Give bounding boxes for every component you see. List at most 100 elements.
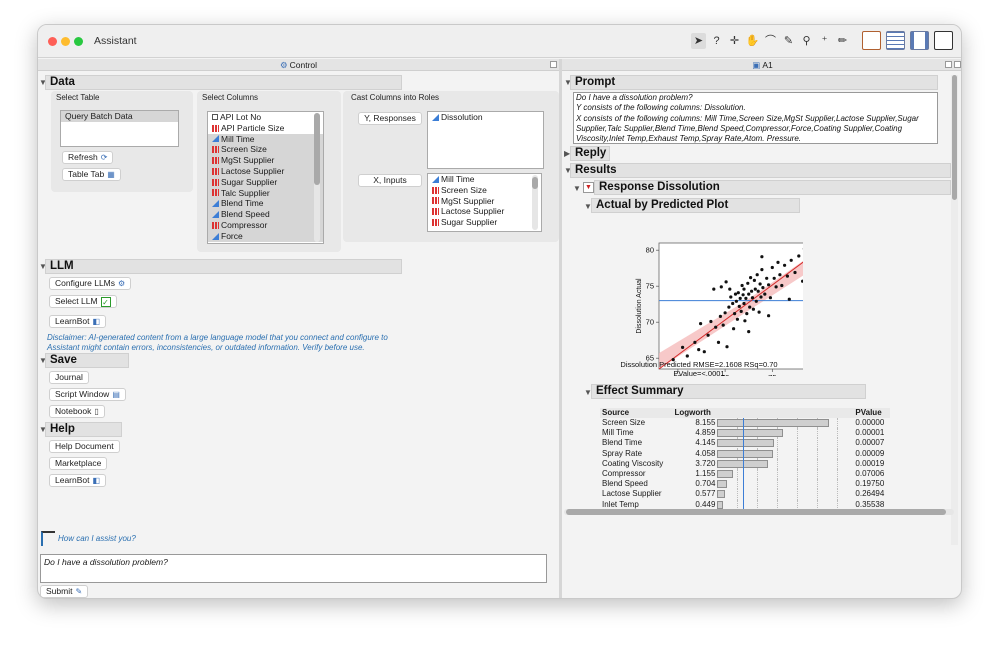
effect-pvalue: 0.00019 bbox=[855, 458, 885, 468]
column-list-item[interactable]: Compressor bbox=[208, 219, 323, 231]
data-point bbox=[752, 278, 756, 282]
y-responses-button[interactable]: Y, Responses bbox=[358, 112, 422, 125]
column-list-item[interactable]: Lactose Supplier bbox=[208, 165, 323, 177]
marketplace-button[interactable]: Marketplace bbox=[49, 457, 108, 470]
plot-heading[interactable]: Actual by Predicted Plot bbox=[591, 198, 800, 213]
save-section-heading[interactable]: Save bbox=[45, 353, 129, 368]
effect-row[interactable]: Spray Rate 4.058 0.00009 bbox=[600, 448, 890, 459]
select-llm-button[interactable]: Select LLM ✓ bbox=[49, 295, 117, 308]
reply-heading[interactable]: Reply bbox=[570, 146, 610, 161]
effect-row[interactable]: Compressor 1.155 0.07006 bbox=[600, 469, 890, 480]
column-list-item[interactable]: Talc Supplier bbox=[208, 187, 323, 199]
script-window-button[interactable]: Script Window ▤ bbox=[49, 388, 126, 401]
llm-section-heading[interactable]: LLM bbox=[45, 259, 402, 274]
arrow-cursor-icon[interactable]: ➤ bbox=[691, 33, 706, 49]
data-section-heading[interactable]: Data bbox=[45, 75, 402, 90]
grid-icon: ▦ bbox=[107, 170, 115, 179]
column-list-item[interactable]: Blend Speed bbox=[208, 209, 323, 220]
close-window-button[interactable] bbox=[48, 37, 57, 46]
chat-input-field[interactable]: Do I have a dissolution problem? bbox=[40, 554, 547, 583]
column-list-item[interactable]: Blend Time bbox=[208, 198, 323, 210]
x-role-scroll-thumb[interactable] bbox=[532, 177, 538, 189]
help-icon[interactable]: ? bbox=[709, 33, 724, 49]
column-list-item[interactable]: API Particle Size bbox=[208, 123, 323, 134]
configure-llms-button[interactable]: Configure LLMs ⚙ bbox=[49, 277, 132, 290]
column-list[interactable]: API Lot No API Particle Size Mill Time Scre… bbox=[207, 111, 324, 244]
effect-row[interactable]: Blend Time 4.145 0.00007 bbox=[600, 438, 890, 449]
col-pvalue[interactable]: PValue bbox=[853, 408, 890, 418]
effect-summary-heading[interactable]: Effect Summary bbox=[591, 384, 866, 399]
select-columns-label: Select Columns bbox=[202, 93, 259, 102]
window-title: Assistant bbox=[94, 35, 137, 47]
column-list-item[interactable]: Lactose Supplier bbox=[428, 206, 541, 217]
hand-icon[interactable]: ✋ bbox=[745, 33, 760, 49]
x-inputs-button[interactable]: X, Inputs bbox=[358, 174, 422, 187]
report-hscroll-thumb[interactable] bbox=[566, 509, 946, 515]
column-list-item[interactable]: Screen Size bbox=[208, 144, 323, 156]
brush-icon[interactable]: ✎ bbox=[781, 33, 796, 49]
column-list-scroll-thumb[interactable] bbox=[314, 113, 320, 185]
prompt-heading[interactable]: Prompt bbox=[570, 75, 938, 90]
lasso-icon[interactable]: ⌒ bbox=[763, 33, 778, 49]
significance-line bbox=[743, 428, 745, 439]
column-list-scrollbar[interactable] bbox=[314, 113, 320, 242]
effect-row[interactable]: Lactose Supplier 0.577 0.26494 bbox=[600, 489, 890, 500]
report-horizontal-scrollbar[interactable] bbox=[564, 509, 954, 515]
zoom-window-button[interactable] bbox=[74, 37, 83, 46]
table-view-icon[interactable] bbox=[886, 31, 905, 50]
table-list[interactable]: Query Batch Data bbox=[60, 110, 179, 147]
column-list-item[interactable]: Dissolution bbox=[428, 112, 543, 123]
notebook-button[interactable]: Notebook ▯ bbox=[49, 405, 105, 418]
report-vertical-scrollbar[interactable] bbox=[951, 75, 958, 545]
x-role-scrollbar[interactable] bbox=[532, 175, 538, 230]
journal-button[interactable]: Journal bbox=[49, 371, 89, 384]
col-source[interactable]: Source bbox=[600, 408, 673, 418]
column-list-item[interactable]: API Lot No bbox=[208, 112, 323, 123]
report-vscroll-thumb[interactable] bbox=[952, 75, 957, 200]
pencil-icon[interactable]: ✏ bbox=[835, 33, 850, 49]
control-pane-maximize-icon[interactable] bbox=[550, 61, 557, 68]
red-triangle-menu-icon[interactable]: ▼ bbox=[583, 182, 594, 193]
submit-button[interactable]: Submit ✎ bbox=[40, 585, 89, 598]
column-list-item[interactable]: Force bbox=[208, 230, 323, 242]
learnbot-button-llm[interactable]: LearnBot ◧ bbox=[49, 315, 107, 328]
table-list-item[interactable]: Query Batch Data bbox=[61, 111, 178, 122]
report-pane-restore-icon[interactable] bbox=[945, 61, 952, 68]
column-list-item[interactable]: Sugar Supplier bbox=[428, 217, 541, 228]
magnifier-icon[interactable]: ⚲ bbox=[799, 33, 814, 49]
effect-row[interactable]: Blend Speed 0.704 0.19750 bbox=[600, 479, 890, 490]
data-table-icon[interactable] bbox=[862, 31, 881, 50]
minimize-window-button[interactable] bbox=[61, 37, 70, 46]
response-heading[interactable]: Response Dissolution bbox=[594, 180, 951, 195]
effect-row[interactable]: Coating Viscosity 3.720 0.00019 bbox=[600, 458, 890, 470]
table-tab-button[interactable]: Table Tab ▦ bbox=[62, 168, 121, 181]
column-list-item[interactable]: MgSt Supplier bbox=[208, 155, 323, 166]
y-role-list[interactable]: Dissolution bbox=[427, 111, 544, 169]
data-point bbox=[737, 304, 741, 308]
data-point bbox=[733, 292, 738, 296]
response-disclosure-icon[interactable]: ▼ bbox=[573, 184, 581, 194]
column-list-item[interactable]: MgSt Supplier bbox=[428, 196, 541, 207]
refresh-button[interactable]: Refresh ⟳ bbox=[62, 151, 114, 164]
column-list-item[interactable]: Mill Time bbox=[428, 174, 541, 185]
help-section-heading[interactable]: Help bbox=[45, 422, 122, 437]
column-list-item[interactable]: Mill Time bbox=[208, 133, 323, 145]
help-document-button[interactable]: Help Document bbox=[49, 440, 120, 453]
effect-summary-table-wrap: Source Logworth PValue Screen Size 8.155 0… bbox=[600, 408, 890, 510]
data-point bbox=[740, 283, 744, 288]
pane-divider[interactable] bbox=[559, 59, 562, 598]
learnbot-button-help[interactable]: LearnBot ◧ bbox=[49, 474, 107, 487]
settings-panel-icon[interactable] bbox=[934, 31, 953, 50]
effect-row[interactable]: Screen Size 8.155 0.00000 bbox=[600, 418, 890, 429]
results-heading[interactable]: Results bbox=[570, 163, 951, 178]
column-list-item[interactable]: Sugar Supplier bbox=[208, 176, 323, 188]
x-role-list[interactable]: Mill Time Screen Size MgSt Supplier Lactose… bbox=[427, 173, 542, 232]
report-pane-close-icon[interactable] bbox=[954, 61, 961, 68]
crosshair-icon[interactable]: ✛ bbox=[727, 33, 742, 49]
col-logworth[interactable]: Logworth bbox=[672, 408, 718, 418]
selection-icon[interactable]: ⁺ bbox=[817, 33, 832, 49]
column-view-icon[interactable] bbox=[910, 31, 929, 50]
column-list-item[interactable]: Screen Size bbox=[428, 185, 541, 196]
effect-row[interactable]: Mill Time 4.859 0.00001 bbox=[600, 428, 890, 439]
significance-line bbox=[743, 448, 745, 459]
